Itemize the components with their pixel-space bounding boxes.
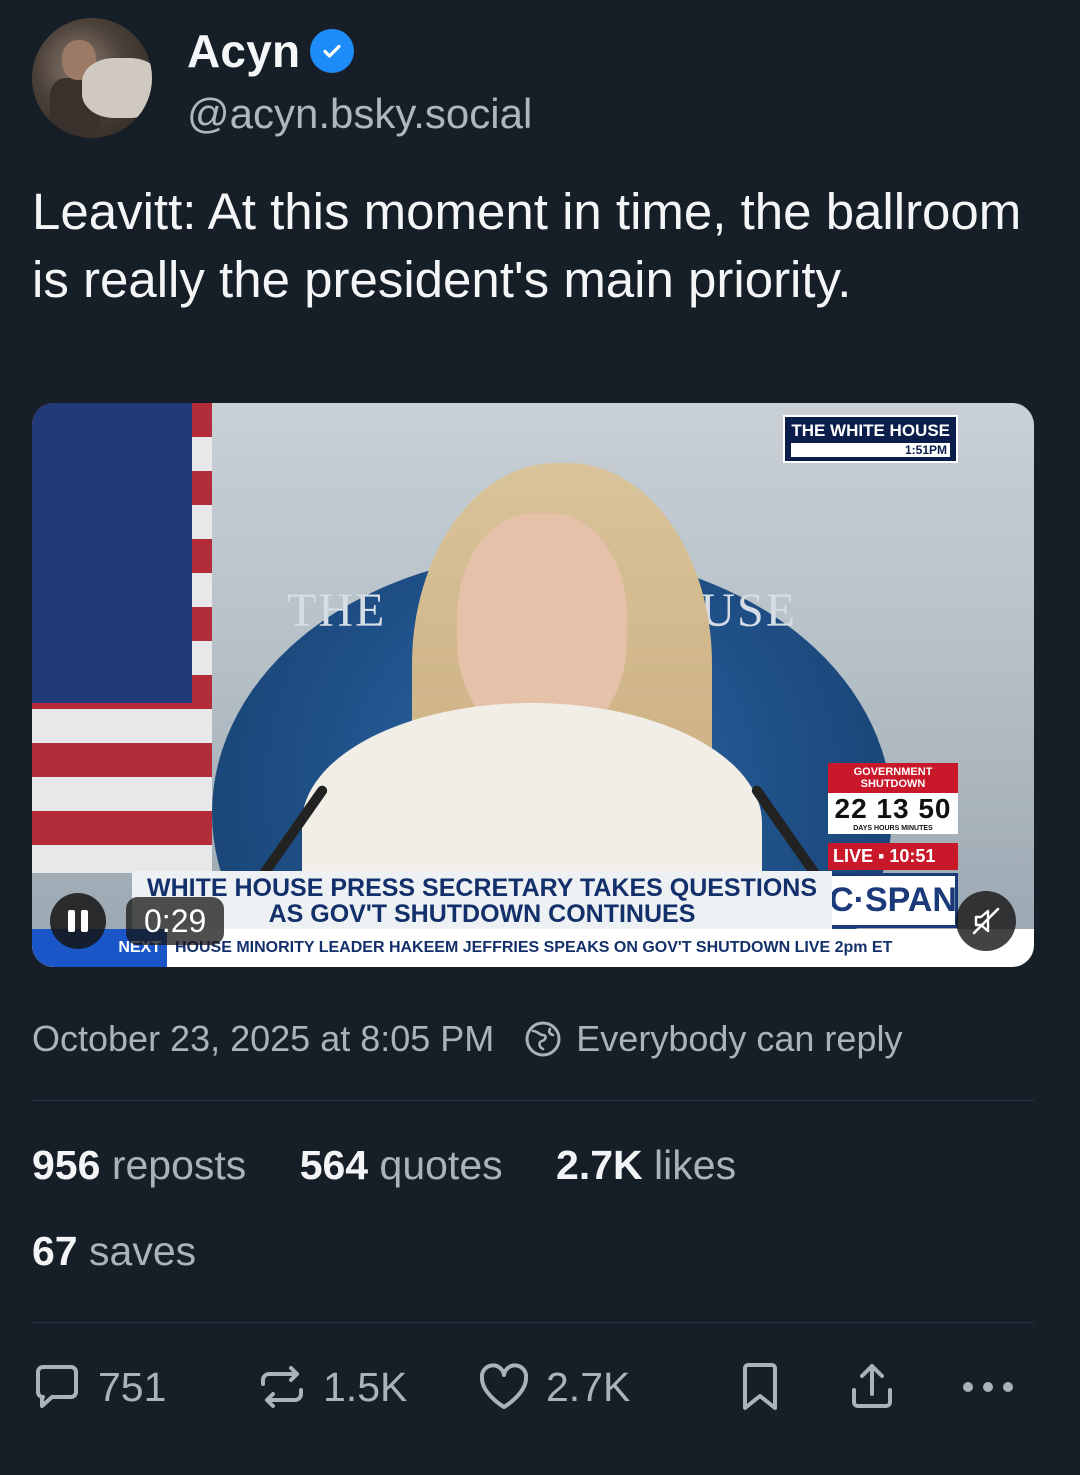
headline-line-2: AS GOV'T SHUTDOWN CONTINUES	[268, 900, 696, 928]
likes-stat[interactable]: 2.7K likes	[556, 1142, 736, 1188]
post-timestamp[interactable]: October 23, 2025 at 8:05 PM	[32, 1018, 494, 1060]
pause-icon	[68, 910, 75, 932]
reposts-stat[interactable]: 956 reposts	[32, 1142, 246, 1188]
reply-setting[interactable]: Everybody can reply	[576, 1018, 902, 1060]
shutdown-counter: GOVERNMENT SHUTDOWN 22 13 50 DAYS HOURS …	[828, 763, 958, 834]
shutdown-units: DAYS HOURS MINUTES	[828, 825, 958, 834]
more-options-button[interactable]	[958, 1360, 1018, 1414]
author-name-row: Acyn	[187, 24, 355, 78]
share-button[interactable]	[845, 1360, 899, 1414]
mute-button[interactable]	[956, 891, 1016, 951]
repost-count: 1.5K	[323, 1363, 408, 1410]
reply-count: 751	[98, 1363, 167, 1410]
quotes-stat[interactable]: 564 quotes	[300, 1142, 503, 1188]
video-player[interactable]: THE HOUSE THE WHITE HOUSE 1:51PM GOVERNM…	[32, 403, 1034, 967]
shutdown-label: GOVERNMENT SHUTDOWN	[853, 766, 933, 790]
post-header: Acyn @acyn.bsky.social	[32, 18, 1032, 138]
avatar[interactable]	[32, 18, 152, 138]
video-elapsed-time: 0:29	[126, 897, 225, 945]
reply-button[interactable]: 751	[30, 1360, 166, 1414]
globe-icon	[525, 1021, 561, 1057]
heart-icon	[479, 1363, 529, 1409]
divider	[32, 1322, 1034, 1323]
shutdown-numbers: 22 13 50	[828, 793, 958, 825]
more-dots-icon	[963, 1382, 1013, 1392]
headline-banner: WHITE HOUSE PRESS SECRETARY TAKES QUESTI…	[132, 871, 832, 929]
divider	[32, 1100, 1034, 1101]
network-badge: THE WHITE HOUSE 1:51PM	[783, 415, 958, 463]
saves-stat[interactable]: 67 saves	[32, 1228, 196, 1275]
verified-check-icon	[310, 29, 355, 73]
bookmark-button[interactable]	[735, 1360, 785, 1414]
live-label: LIVE ▪ 10:51	[828, 843, 958, 870]
post-text: Leavitt: At this moment in time, the bal…	[32, 183, 1022, 308]
like-count: 2.7K	[546, 1363, 631, 1410]
ticker-text: HOUSE MINORITY LEADER HAKEEM JEFFRIES SP…	[175, 939, 893, 956]
post-meta: October 23, 2025 at 8:05 PM Everybody ca…	[32, 1018, 902, 1060]
network-time: 1:51PM	[791, 443, 950, 457]
action-bar: 751 1.5K 2.7K	[30, 1360, 1030, 1424]
reply-icon	[36, 1365, 78, 1408]
like-button[interactable]: 2.7K	[476, 1360, 630, 1414]
engagement-stats: 956 reposts 564 quotes 2.7K likes	[32, 1142, 778, 1189]
repost-button[interactable]: 1.5K	[255, 1360, 407, 1414]
pause-button[interactable]	[50, 893, 106, 949]
channel-logo: C·SPAN	[828, 873, 958, 928]
author-name[interactable]: Acyn	[187, 24, 300, 78]
speaker-muted-icon	[972, 907, 1000, 935]
author-handle[interactable]: @acyn.bsky.social	[187, 90, 532, 138]
flag-image	[32, 403, 212, 873]
headline-line-1: WHITE HOUSE PRESS SECRETARY TAKES QUESTI…	[147, 874, 817, 902]
bookmark-icon	[743, 1363, 777, 1410]
share-icon	[852, 1364, 892, 1408]
backdrop-text-left: THE	[287, 584, 387, 637]
repost-icon	[261, 1366, 303, 1408]
